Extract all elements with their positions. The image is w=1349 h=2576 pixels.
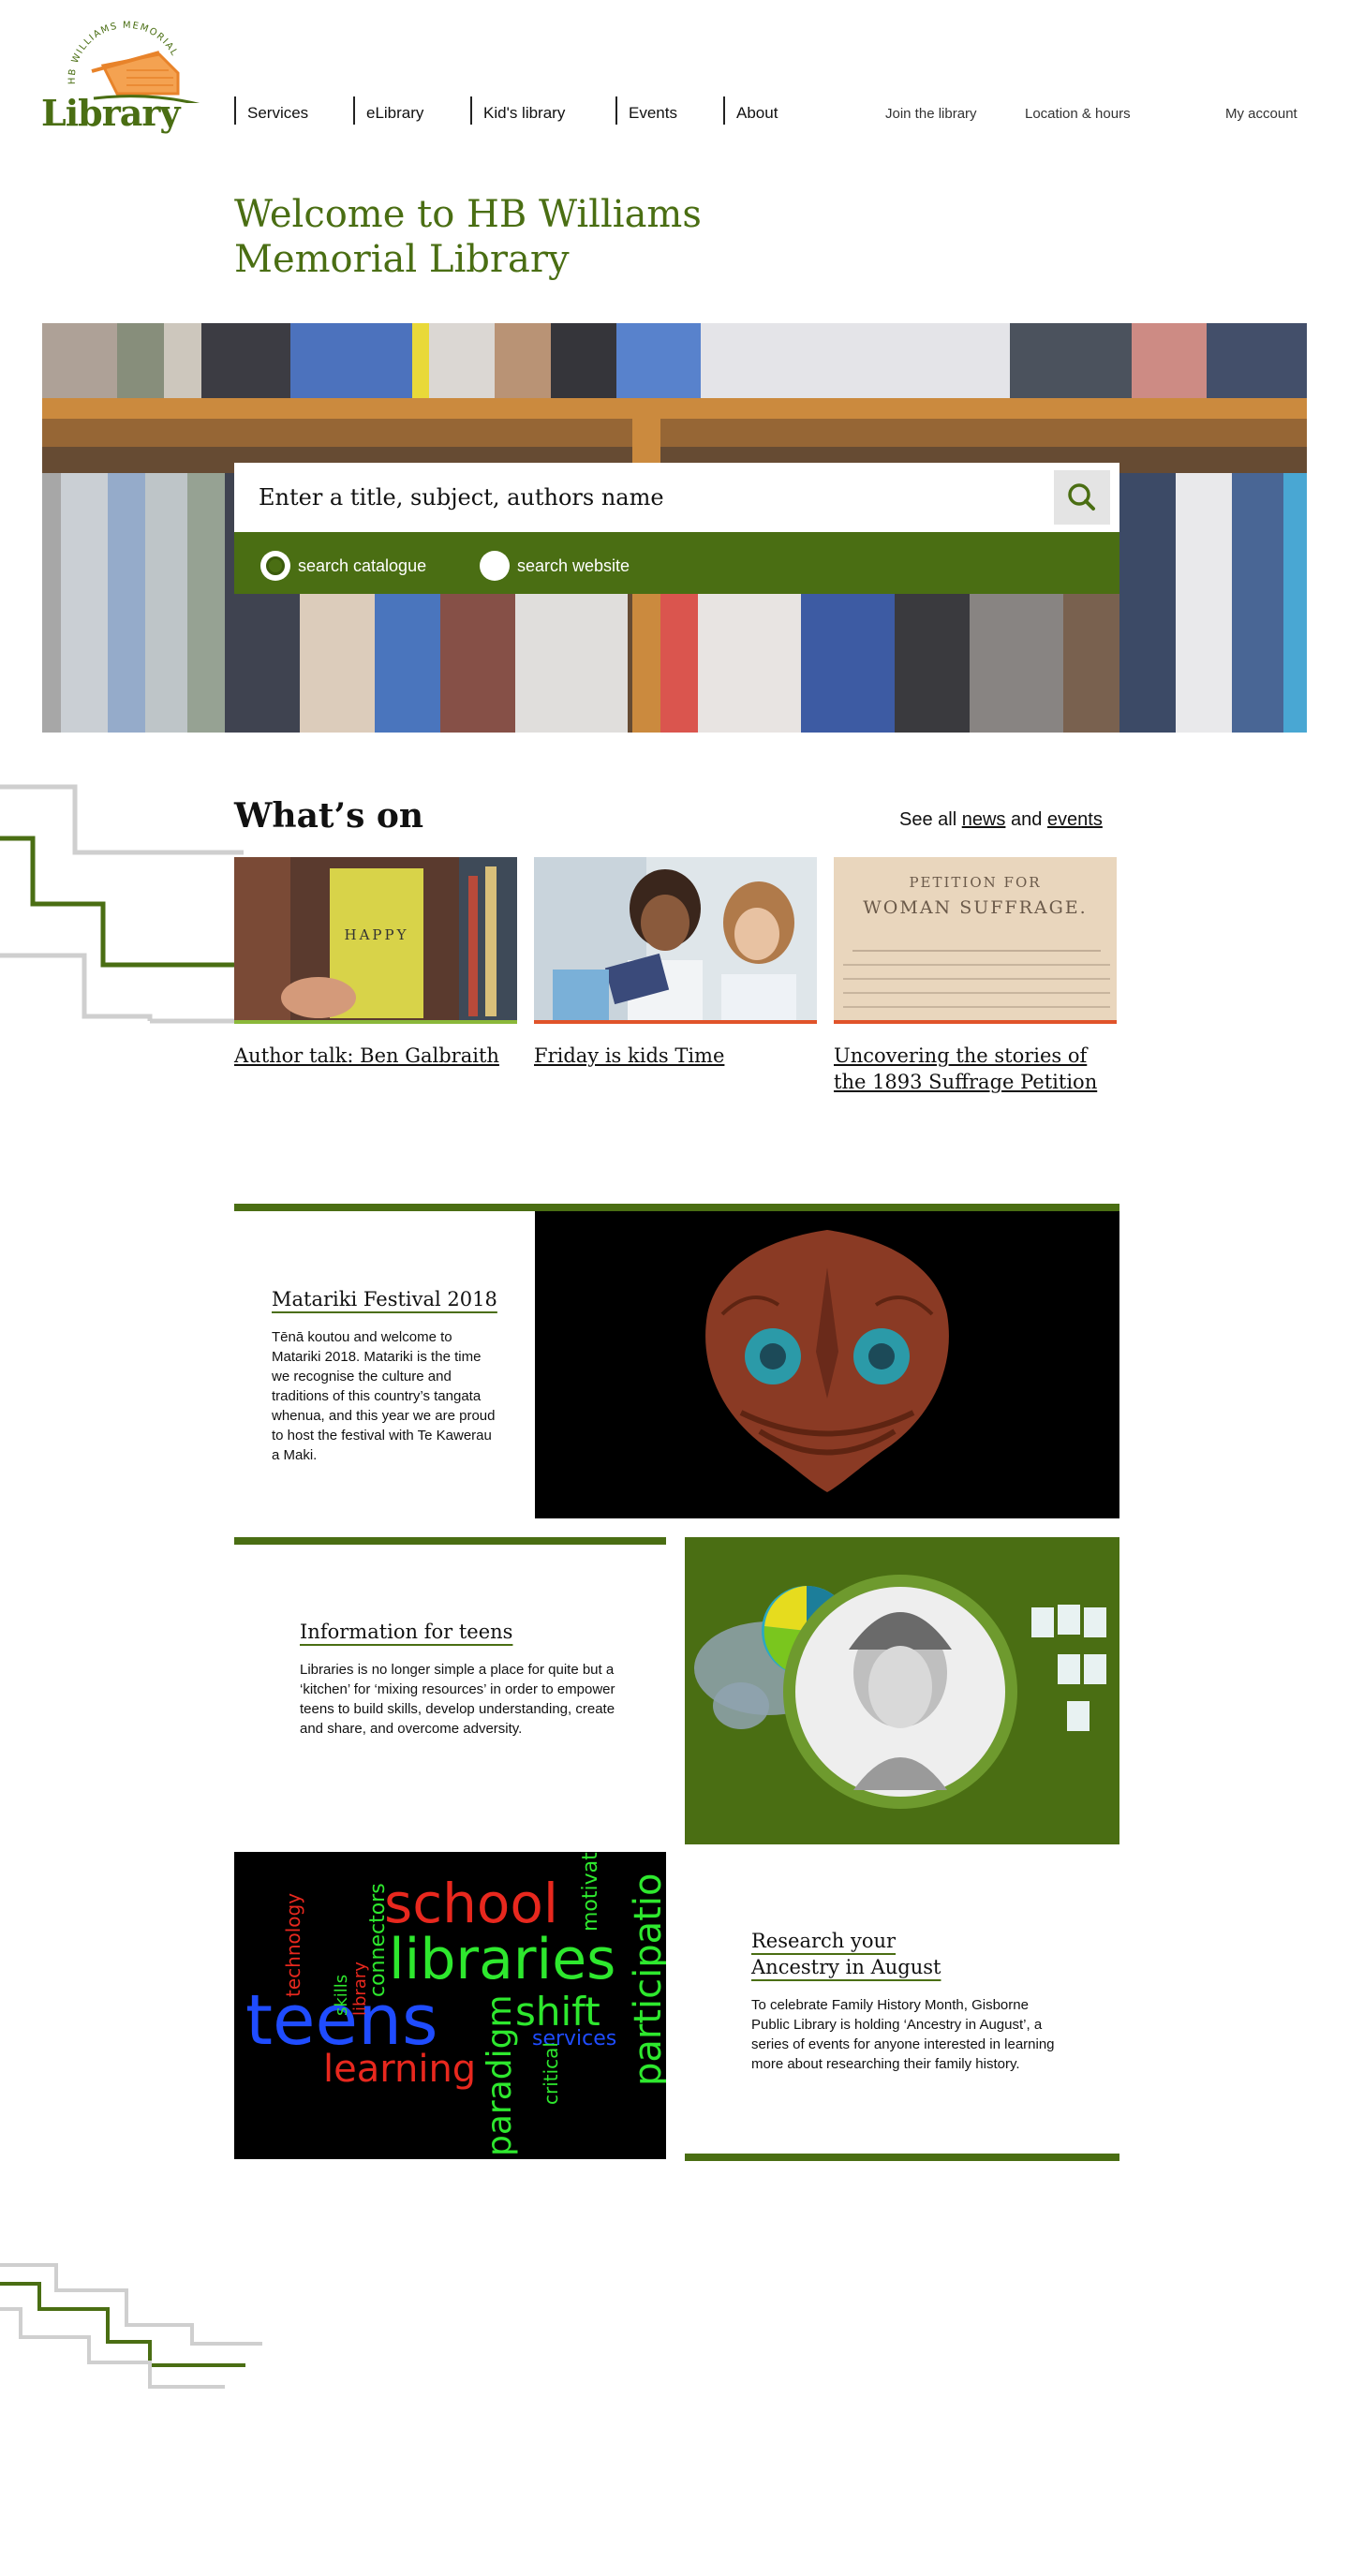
ancestry-collage-image xyxy=(694,1575,1106,1809)
kids-time-image xyxy=(534,857,817,1024)
wordcloud-word: connectors xyxy=(366,1883,390,1997)
event-card-suffrage[interactable]: PETITION FOR WOMAN SUFFRAGE. Uncovering … xyxy=(834,857,1117,1095)
see-all-links: See all news and events xyxy=(899,809,1103,831)
petition-document-photo: PETITION FOR WOMAN SUFFRAGE. xyxy=(834,857,1117,1020)
matariki-text-block: Matariki Festival 2018 Tēnā koutou and w… xyxy=(272,1286,501,1465)
logo-mark: HB WILLIAMS MEMORIAL xyxy=(67,21,202,107)
nav-kids-library[interactable]: Kid's library xyxy=(470,96,615,125)
decorative-stair-lines xyxy=(0,784,244,1024)
wordcloud-word: learning xyxy=(323,2048,476,2091)
matariki-description: Tēnā koutou and welcome to Matariki 2018… xyxy=(272,1329,496,1463)
teens-wordcloud: school libraries teens learning shift se… xyxy=(245,1852,666,2156)
wordcloud-image[interactable]: school libraries teens learning shift se… xyxy=(234,1852,666,2159)
news-link[interactable]: news xyxy=(962,809,1006,830)
wordcloud-word: critical xyxy=(540,2042,562,2105)
radio-search-website[interactable]: search website xyxy=(480,551,630,581)
teens-title-link[interactable]: Information for teens xyxy=(300,1619,512,1645)
event-card-kids-time[interactable]: Friday is kids Time xyxy=(534,857,817,1069)
radio-website-label: search website xyxy=(517,555,630,575)
maori-carving-image xyxy=(705,1230,949,1492)
page-title: Welcome to HB Williams Memorial Library xyxy=(234,192,796,282)
main-nav: Services eLibrary Kid's library Events A… xyxy=(234,96,817,125)
search-options: search catalogue search website xyxy=(234,532,1119,594)
ancestry-accent-bar xyxy=(685,2154,1119,2161)
children-reading-photo xyxy=(534,857,817,1020)
ancestry-title-line-1: Research your xyxy=(751,1930,897,1952)
teens-image[interactable] xyxy=(685,1537,1119,1844)
event-title-suffrage[interactable]: Uncovering the stories of the 1893 Suffr… xyxy=(834,1043,1117,1095)
ancestry-description: To celebrate Family History Month, Gisbo… xyxy=(751,1997,1055,2072)
petition-line-2: WOMAN SUFFRAGE. xyxy=(863,897,1087,918)
wordcloud-word: motivat xyxy=(579,1852,602,1932)
wordcloud-word: participatio xyxy=(627,1873,666,2086)
search-bar xyxy=(234,463,1119,532)
wordcloud-word: school xyxy=(384,1872,558,1935)
book-cover-word: HAPPY xyxy=(344,926,408,943)
events-link[interactable]: events xyxy=(1047,809,1103,830)
teens-accent-bar xyxy=(234,1537,666,1545)
wordcloud-word: skills xyxy=(332,1975,351,2016)
matariki-image[interactable] xyxy=(535,1211,1119,1518)
search-panel: search catalogue search website xyxy=(234,463,1119,594)
teens-description: Libraries is no longer simple a place fo… xyxy=(300,1662,615,1737)
ancestry-title-link[interactable]: Research your Ancestry in August xyxy=(751,1928,941,1980)
matariki-accent-bar xyxy=(234,1204,1119,1211)
matariki-title-link[interactable]: Matariki Festival 2018 xyxy=(272,1286,497,1312)
whats-on-heading: What’s on xyxy=(234,796,424,836)
and-label: and xyxy=(1010,809,1043,830)
nav-about[interactable]: About xyxy=(723,96,817,125)
event-title-author-talk[interactable]: Author talk: Ben Galbraith xyxy=(234,1043,517,1069)
radio-catalogue-label: search catalogue xyxy=(298,555,427,575)
search-icon xyxy=(1068,483,1095,511)
teens-text-block: Information for teens Libraries is no lo… xyxy=(300,1619,618,1739)
location-hours-link[interactable]: Location & hours xyxy=(1025,106,1131,122)
ancestry-text-block: Research your Ancestry in August To cele… xyxy=(751,1928,1070,2074)
suffrage-image: PETITION FOR WOMAN SUFFRAGE. xyxy=(834,857,1117,1024)
search-button[interactable] xyxy=(1054,470,1110,525)
decorative-stair-lines-bottom xyxy=(0,2263,262,2389)
nav-elibrary[interactable]: eLibrary xyxy=(353,96,470,125)
ancestry-title-line-2: Ancestry in August xyxy=(751,1956,941,1978)
radio-selected-indicator xyxy=(260,551,290,581)
radio-search-catalogue[interactable]: search catalogue xyxy=(260,551,426,581)
see-all-label: See all xyxy=(899,809,957,830)
title-line-2: Memorial Library xyxy=(234,238,570,281)
join-library-link[interactable]: Join the library xyxy=(885,106,977,122)
author-talk-image: HAPPY xyxy=(234,857,517,1024)
event-card-author-talk[interactable]: HAPPY Author talk: Ben Galbraith xyxy=(234,857,517,1069)
nav-events[interactable]: Events xyxy=(615,96,723,125)
wordcloud-word: technology xyxy=(282,1893,304,1997)
petition-line-1: PETITION FOR xyxy=(909,874,1041,891)
radio-unselected-indicator xyxy=(480,551,510,581)
logo-wordmark: Library xyxy=(41,92,180,134)
library-logo[interactable]: HB WILLIAMS MEMORIAL Library xyxy=(37,19,206,141)
search-input[interactable] xyxy=(259,476,1027,519)
event-title-kids-time[interactable]: Friday is kids Time xyxy=(534,1043,817,1069)
wordcloud-word: paradigm xyxy=(481,1994,519,2156)
my-account-link[interactable]: My account xyxy=(1225,106,1297,122)
title-line-1: Welcome to HB Williams xyxy=(234,193,702,236)
book-photo: HAPPY xyxy=(234,857,517,1020)
nav-services[interactable]: Services xyxy=(234,96,353,125)
